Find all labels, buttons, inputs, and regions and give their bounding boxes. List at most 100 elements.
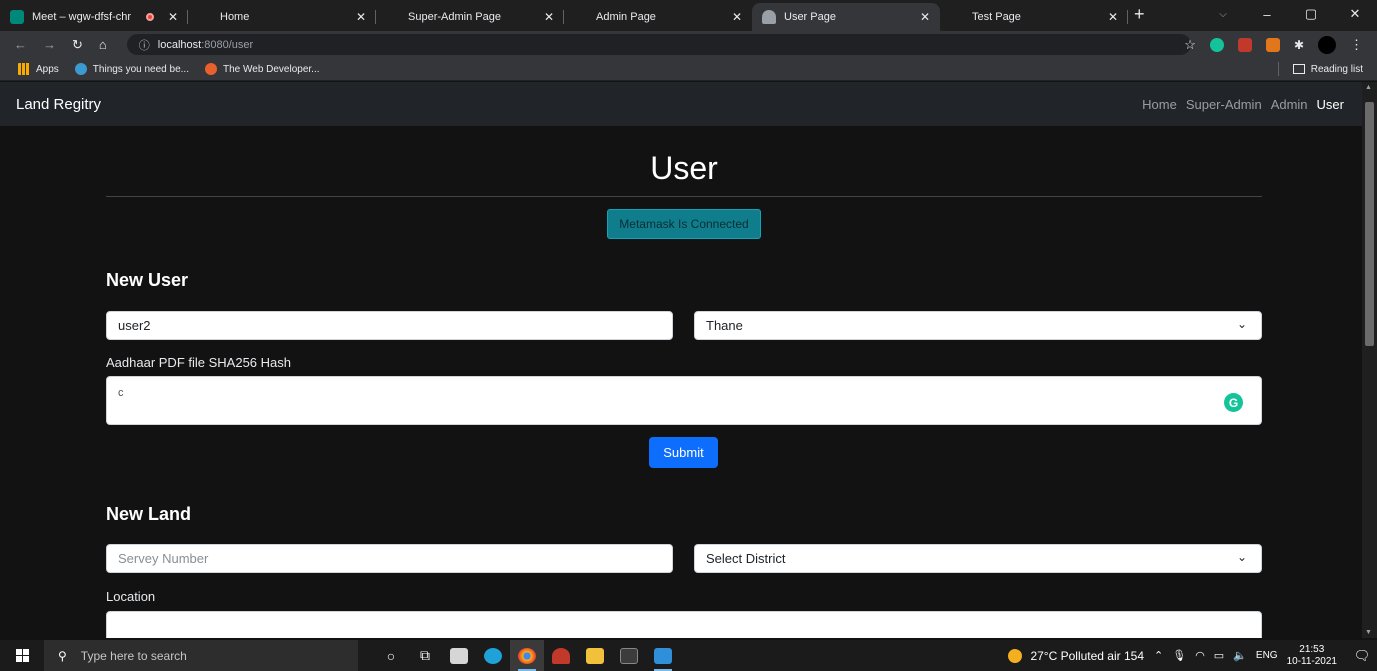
select-value: Select District [706, 551, 786, 566]
reload-icon[interactable]: ↻ [72, 37, 83, 53]
close-tab-icon[interactable]: ✕ [920, 10, 930, 24]
bookmark-things[interactable]: Things you need be... [74, 63, 189, 75]
tab-user[interactable]: User Page ✕ [752, 3, 940, 31]
vscode-icon[interactable] [646, 640, 680, 671]
chevron-down-icon: ⌄ [1236, 550, 1247, 564]
bookmarks-bar: Apps Things you need be... The Web Devel… [0, 58, 1377, 81]
taskbar-search-box[interactable]: ⚲ Type here to search [44, 640, 358, 671]
nav-links: Home Super-Admin Admin User [1142, 97, 1344, 112]
back-arrow-icon[interactable]: ← [14, 37, 27, 52]
bookmark-star-icon[interactable]: ☆ [1184, 37, 1196, 53]
show-hidden-icons-icon[interactable]: ⌃ [1154, 649, 1163, 662]
bookmark-label: Apps [36, 63, 59, 75]
task-view-icon[interactable]: ⧉ [408, 640, 442, 671]
chrome-app-icon[interactable] [510, 640, 544, 671]
reading-list-label: Reading list [1310, 63, 1363, 75]
meet-favicon-icon [10, 10, 24, 24]
textarea-value: c [118, 387, 124, 399]
language-indicator[interactable]: ENG [1256, 650, 1278, 661]
submit-button[interactable]: Submit [649, 437, 718, 468]
terminal-icon[interactable] [612, 640, 646, 671]
bookmark-label: The Web Developer... [222, 63, 320, 75]
nav-super-admin[interactable]: Super-Admin [1186, 97, 1262, 112]
tab-meet[interactable]: Meet – wgw-dfsf-chr ✕ [0, 3, 188, 31]
scroll-up-arrow-icon[interactable]: ▲ [1365, 84, 1372, 91]
hash-label: Aadhaar PDF file SHA256 Hash [106, 355, 291, 370]
nav-home[interactable]: Home [1142, 97, 1177, 112]
store-app-icon[interactable] [442, 640, 476, 671]
bookmark-web-developer[interactable]: The Web Developer... [204, 63, 320, 75]
address-bar[interactable]: ⓘ localhost:8080/user [126, 34, 1191, 55]
metamask-status-badge[interactable]: Metamask Is Connected [607, 209, 761, 239]
windows-taskbar: ⚲ Type here to search ○ ⧉ 27°C Polluted … [0, 640, 1377, 671]
nav-admin[interactable]: Admin [1271, 97, 1308, 112]
extensions-area: ☆ ✱ ⋮ [1184, 35, 1363, 54]
location-input[interactable] [106, 611, 1262, 638]
new-land-heading: New Land [106, 504, 192, 524]
new-tab-button[interactable]: + [1134, 4, 1145, 25]
chevron-down-icon: ⌄ [1236, 317, 1247, 331]
brand-logo-text[interactable]: Land Regitry [16, 96, 101, 113]
tab-search-icon[interactable]: ⌵ [1201, 9, 1245, 20]
page-content: Land Regitry Home Super-Admin Admin User… [0, 82, 1362, 638]
tab-divider [1127, 10, 1128, 24]
notification-icon[interactable]: 🗨 [1347, 648, 1377, 664]
clock[interactable]: 21:53 10-11-2021 [1287, 644, 1337, 668]
grammarly-extension-icon[interactable] [1209, 37, 1224, 52]
metamask-extension-icon[interactable] [1265, 37, 1280, 52]
select-value: Thane [706, 318, 743, 333]
window-controls: ⌵ – ▢ ✕ [1201, 0, 1377, 28]
file-explorer-icon[interactable] [578, 640, 612, 671]
bookmark-label: Things you need be... [92, 63, 189, 75]
metamask-status-wrap: Metamask Is Connected [106, 209, 1262, 239]
tab-home[interactable]: Home ✕ [188, 3, 376, 31]
nav-user[interactable]: User [1317, 97, 1344, 112]
scroll-down-arrow-icon[interactable]: ▼ [1365, 629, 1372, 636]
tab-admin[interactable]: Admin Page ✕ [564, 3, 752, 31]
weather-widget[interactable]: 27°C Polluted air 154 [1008, 648, 1144, 663]
extensions-puzzle-icon[interactable]: ✱ [1294, 38, 1304, 52]
hash-textarea[interactable]: c G [106, 376, 1262, 425]
user-district-select[interactable]: Thane ⌄ [694, 311, 1262, 340]
close-window-button[interactable]: ✕ [1333, 6, 1377, 22]
maximize-button[interactable]: ▢ [1289, 6, 1333, 22]
apps-grid-icon [18, 63, 30, 75]
location-label: Location [106, 589, 156, 604]
menu-kebab-icon[interactable]: ⋮ [1350, 37, 1363, 53]
grammarly-icon[interactable]: G [1224, 393, 1243, 412]
ublock-extension-icon[interactable] [1237, 37, 1252, 52]
volume-icon[interactable]: 🔈 [1233, 649, 1247, 662]
clock-time: 21:53 [1299, 643, 1325, 655]
system-tray: 27°C Polluted air 154 ⌃ 🎙 ◠ ▭ 🔈 ENG 21:5… [1008, 640, 1377, 671]
survey-number-input[interactable]: Servey Number [106, 544, 673, 573]
tab-super-admin[interactable]: Super-Admin Page ✕ [376, 3, 564, 31]
battery-icon[interactable]: ▭ [1214, 649, 1224, 662]
tab-title: Meet – wgw-dfsf-chr [32, 11, 132, 23]
page-scrollbar[interactable]: ▲ ▼ [1362, 82, 1377, 638]
wifi-icon[interactable]: ◠ [1195, 649, 1205, 662]
close-tab-icon[interactable]: ✕ [168, 10, 178, 24]
user-name-input[interactable]: user2 [106, 311, 673, 340]
close-tab-icon[interactable]: ✕ [732, 10, 742, 24]
minimize-button[interactable]: – [1245, 7, 1289, 22]
close-tab-icon[interactable]: ✕ [544, 10, 554, 24]
microphone-icon[interactable]: 🎙 [1172, 649, 1186, 662]
profile-avatar[interactable] [1318, 35, 1336, 54]
close-tab-icon[interactable]: ✕ [356, 10, 366, 24]
forward-arrow-icon[interactable]: → [43, 37, 56, 52]
start-button[interactable] [0, 640, 44, 671]
web-developer-icon [204, 63, 217, 75]
cap-app-icon[interactable] [544, 640, 578, 671]
land-district-select[interactable]: Select District ⌄ [694, 544, 1262, 573]
close-tab-icon[interactable]: ✕ [1108, 10, 1118, 24]
reading-list-button[interactable]: Reading list [1277, 62, 1363, 76]
cortana-icon[interactable]: ○ [374, 640, 408, 671]
page-title: User [650, 150, 718, 186]
bookmark-apps[interactable]: Apps [18, 63, 59, 75]
tab-test[interactable]: Test Page ✕ [940, 3, 1128, 31]
tab-strip: Meet – wgw-dfsf-chr ✕ Home ✕ Super-Admin… [0, 0, 1377, 31]
home-icon[interactable]: ⌂ [99, 37, 107, 52]
scrollbar-thumb[interactable] [1365, 102, 1374, 346]
site-info-icon[interactable]: ⓘ [139, 37, 150, 53]
edge-app-icon[interactable] [476, 640, 510, 671]
